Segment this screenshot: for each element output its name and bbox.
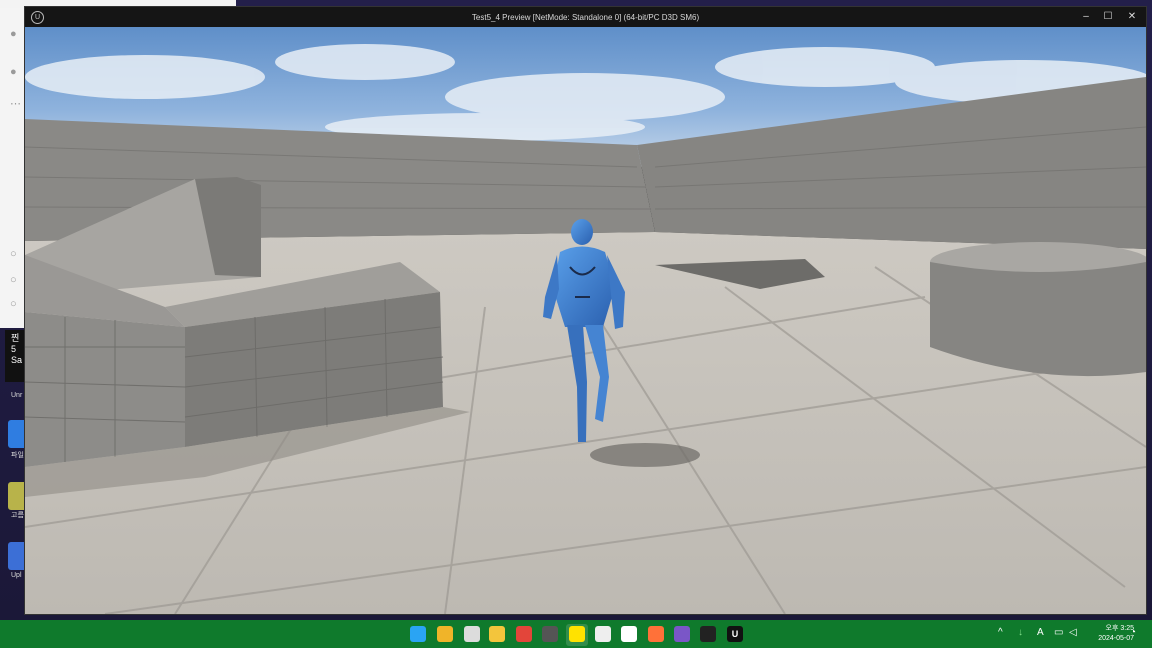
file-explorer-icon[interactable] [489, 626, 505, 642]
kakaotalk-icon[interactable] [569, 626, 585, 642]
clock-time: 오후 3:25 [1105, 625, 1134, 632]
chat-icon: ● [10, 66, 17, 78]
display-icon[interactable]: ▭ [1054, 627, 1063, 638]
task-view-icon[interactable] [464, 626, 480, 642]
notification-bell-icon[interactable]: ◔ [1130, 627, 1136, 638]
window-title: Test5_4 Preview [NetMode: Standalone 0] … [471, 13, 700, 22]
app-icon[interactable] [595, 626, 611, 642]
start-icon[interactable] [410, 626, 426, 642]
desktop-label-file: 파일 [11, 452, 24, 459]
bell-icon: ○ [10, 274, 17, 286]
game-viewport[interactable] [25, 27, 1146, 614]
davinci-icon[interactable] [700, 626, 716, 642]
front-block-front [25, 312, 185, 467]
chrome-icon[interactable] [516, 626, 532, 642]
download-icon[interactable]: ↓ [1018, 627, 1023, 638]
clock[interactable]: 오후 3:25 2024-05-07 [1084, 624, 1134, 644]
desktop-label-upload: Upl [11, 572, 22, 579]
character-torso [553, 246, 615, 327]
minimize-button[interactable]: – [1078, 10, 1094, 24]
widgets-icon[interactable] [437, 626, 453, 642]
desktop-label-app: 고름 [11, 512, 24, 519]
clock-date: 2024-05-07 [1098, 635, 1134, 642]
github-icon[interactable] [621, 626, 637, 642]
close-button[interactable]: ✕ [1124, 10, 1140, 24]
gear-icon: ○ [10, 298, 17, 310]
maximize-button[interactable]: ☐ [1100, 10, 1116, 24]
tray-chevron-icon[interactable]: ^ [998, 627, 1003, 638]
character-head [571, 219, 593, 245]
character-shadow [590, 443, 700, 467]
visual-studio-icon[interactable] [674, 626, 690, 642]
taskbar: U ^ ↓ A ▭ ◁ 오후 3:25 2024-05-07 ◔ [0, 620, 1152, 648]
more-icon: ⋯ [10, 98, 21, 110]
user-icon: ● [10, 28, 17, 40]
firefox-icon[interactable] [648, 626, 664, 642]
background-window-strip: ● ● ⋯ ○ ○ ○ [0, 8, 26, 328]
volume-icon[interactable]: ◁ [1069, 627, 1077, 638]
game-scene [25, 27, 1146, 614]
notepad-icon[interactable] [542, 626, 558, 642]
unreal-editor-icon[interactable]: U [727, 626, 743, 642]
settings-icon: ○ [10, 248, 17, 260]
ime-indicator[interactable]: A [1037, 627, 1044, 638]
game-preview-window[interactable]: U Test5_4 Preview [NetMode: Standalone 0… [25, 7, 1146, 614]
notification-card[interactable]: 찐 5 Sa [5, 330, 27, 382]
window-titlebar[interactable]: U Test5_4 Preview [NetMode: Standalone 0… [25, 7, 1146, 27]
